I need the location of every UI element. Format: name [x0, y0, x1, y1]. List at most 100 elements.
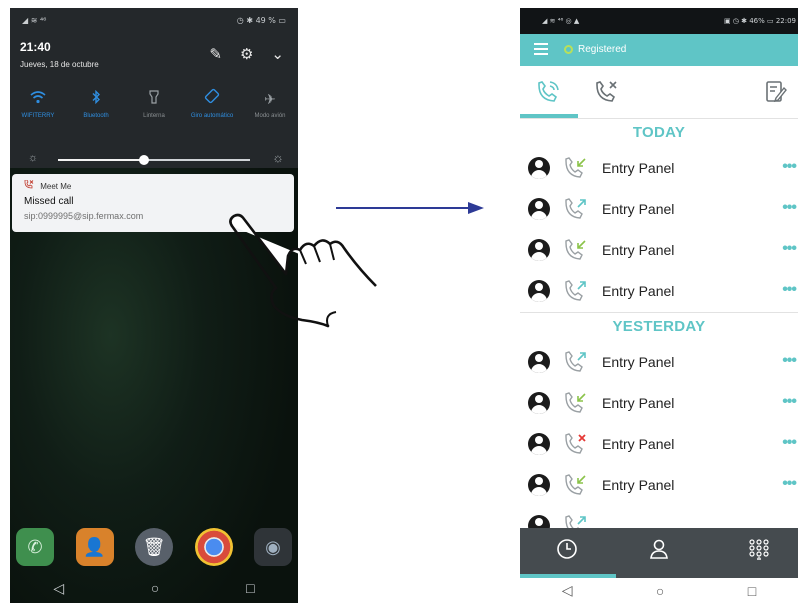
contacts-icon — [650, 539, 668, 559]
call-history-icon — [538, 81, 559, 102]
avatar-icon — [528, 239, 550, 261]
avatar-icon — [528, 157, 550, 179]
auto-rotate-icon — [184, 88, 240, 110]
airplane-icon: ✈ — [264, 91, 276, 107]
chrome-icon[interactable] — [194, 528, 233, 566]
more-options-icon[interactable]: ••• — [782, 475, 797, 493]
camera-icon[interactable]: ◉ — [254, 528, 292, 566]
notification-app: Meet Me — [24, 179, 72, 191]
edit-icon[interactable]: ✎ — [209, 47, 222, 62]
caller-name: Entry Panel — [602, 160, 675, 176]
call-row[interactable]: Entry Panel ••• — [520, 189, 798, 231]
navigation-bar: ◁ ○ □ — [10, 580, 298, 600]
tab-missed-calls[interactable] — [594, 80, 620, 110]
missed-call-icon — [24, 179, 36, 191]
avatar-icon — [528, 198, 550, 220]
section-header: TODAY — [632, 124, 686, 141]
incoming-call-icon — [564, 392, 588, 414]
home-button[interactable]: ○ — [656, 583, 664, 599]
notification-text: sip:0999995@sip.fermax.com — [24, 211, 144, 221]
brightness-slider[interactable]: ☼ ☼ — [28, 150, 284, 166]
contacts-icon[interactable]: 👤 — [75, 528, 114, 566]
notification-app-name: Meet Me — [40, 182, 72, 191]
caller-name: Entry Panel — [602, 201, 675, 217]
recents-button[interactable]: □ — [246, 580, 254, 600]
brightness-fill — [58, 159, 145, 161]
tile-label: WIFITERRY — [21, 113, 55, 119]
phone-icon[interactable]: ✆ — [16, 528, 54, 566]
tap-gesture-hand-icon — [229, 213, 377, 328]
app-header: Registered — [520, 34, 798, 66]
registration-status: Registered — [578, 44, 627, 55]
brightness-knob[interactable] — [139, 155, 150, 165]
home-button[interactable]: ○ — [151, 580, 159, 600]
call-row[interactable]: Entry Panel ••• — [520, 424, 798, 466]
tile-bluetooth[interactable]: Bluetooth — [68, 88, 124, 120]
outgoing-call-icon — [564, 198, 588, 220]
date: Jueves, 18 de octubre — [20, 60, 99, 69]
status-left: ◢ ≋ ⁴⁶ — [22, 16, 47, 25]
back-button[interactable]: ◁ — [53, 580, 64, 600]
caller-name: Entry Panel — [602, 477, 675, 493]
missed-call-icon — [564, 433, 588, 455]
caller-name: Entry Panel — [602, 395, 675, 411]
more-options-icon[interactable]: ••• — [782, 434, 797, 452]
brightness-high-icon: ☼ — [272, 150, 284, 165]
tile-auto-rotate[interactable]: Giro automático — [184, 88, 240, 120]
incoming-call-icon — [564, 239, 588, 261]
notes-icon — [766, 81, 787, 103]
hamburger-menu-icon[interactable] — [534, 43, 548, 55]
incoming-call-icon — [564, 157, 588, 179]
tile-label: Linterna — [143, 113, 165, 119]
more-options-icon[interactable]: ••• — [782, 352, 797, 370]
call-row[interactable]: Entry Panel ••• — [520, 271, 798, 313]
tile-label: Giro automático — [190, 113, 234, 119]
tab-notes[interactable] — [764, 80, 788, 110]
flashlight-icon — [126, 88, 182, 110]
section-header: YESTERDAY — [612, 318, 706, 335]
home-dock: ✆ 👤 🗑 ◉ — [16, 528, 292, 572]
more-options-icon[interactable]: ••• — [782, 158, 797, 176]
avatar-icon — [528, 433, 550, 455]
dialpad-nav-button[interactable] — [748, 538, 770, 566]
chevron-down-icon[interactable]: ⌄ — [271, 47, 284, 62]
contacts-nav-button[interactable] — [648, 538, 670, 566]
call-row[interactable]: Entry Panel ••• — [520, 465, 798, 507]
caller-name: Entry Panel — [602, 436, 675, 452]
history-icon — [557, 539, 577, 559]
call-row[interactable]: Entry Panel ••• — [520, 342, 798, 384]
history-nav-button[interactable] — [556, 538, 578, 566]
tab-call-history[interactable] — [536, 80, 562, 110]
tile-flashlight[interactable]: Linterna — [126, 88, 182, 120]
status-bar: ◢ ≋ ⁴⁶ ◎ ▲ ▣ ◷ ✱ 46% ▭ 22:09 — [520, 8, 798, 34]
caller-name: Entry Panel — [602, 354, 675, 370]
clock: 21:40 — [20, 40, 51, 54]
status-left: ◢ ≋ ⁴⁶ ◎ ▲ — [542, 17, 580, 25]
shade-header-icons: ✎ ⚙ ⌄ — [209, 47, 284, 62]
more-options-icon[interactable]: ••• — [782, 393, 797, 411]
outgoing-call-icon — [564, 280, 588, 302]
recents-button[interactable]: □ — [748, 583, 756, 599]
call-row[interactable]: Entry Panel ••• — [520, 383, 798, 425]
caller-name: Entry Panel — [602, 242, 675, 258]
call-row[interactable]: Entry Panel ••• — [520, 148, 798, 190]
call-row[interactable]: Entry Panel ••• — [520, 230, 798, 272]
bottom-navigation — [520, 528, 798, 578]
more-options-icon[interactable]: ••• — [782, 240, 797, 258]
tile-wifi[interactable]: WIFITERRY — [10, 88, 66, 120]
wifi-icon — [10, 88, 66, 110]
back-button[interactable]: ◁ — [562, 582, 573, 599]
incoming-call-icon — [564, 474, 588, 496]
avatar-icon — [528, 280, 550, 302]
avatar-icon — [528, 474, 550, 496]
status-right: ▣ ◷ ✱ 46% ▭ 22:09 — [723, 17, 796, 25]
settings-icon[interactable]: ⚙ — [240, 47, 253, 62]
tile-label: Modo avión — [254, 113, 286, 119]
avatar-icon — [528, 351, 550, 373]
navigation-bar: ◁ ○ □ — [520, 578, 798, 603]
trash-icon[interactable]: 🗑 — [135, 528, 173, 566]
more-options-icon[interactable]: ••• — [782, 281, 797, 299]
tile-airplane[interactable]: ✈ Modo avión — [242, 88, 298, 120]
brightness-track[interactable] — [58, 155, 250, 165]
more-options-icon[interactable]: ••• — [782, 199, 797, 217]
